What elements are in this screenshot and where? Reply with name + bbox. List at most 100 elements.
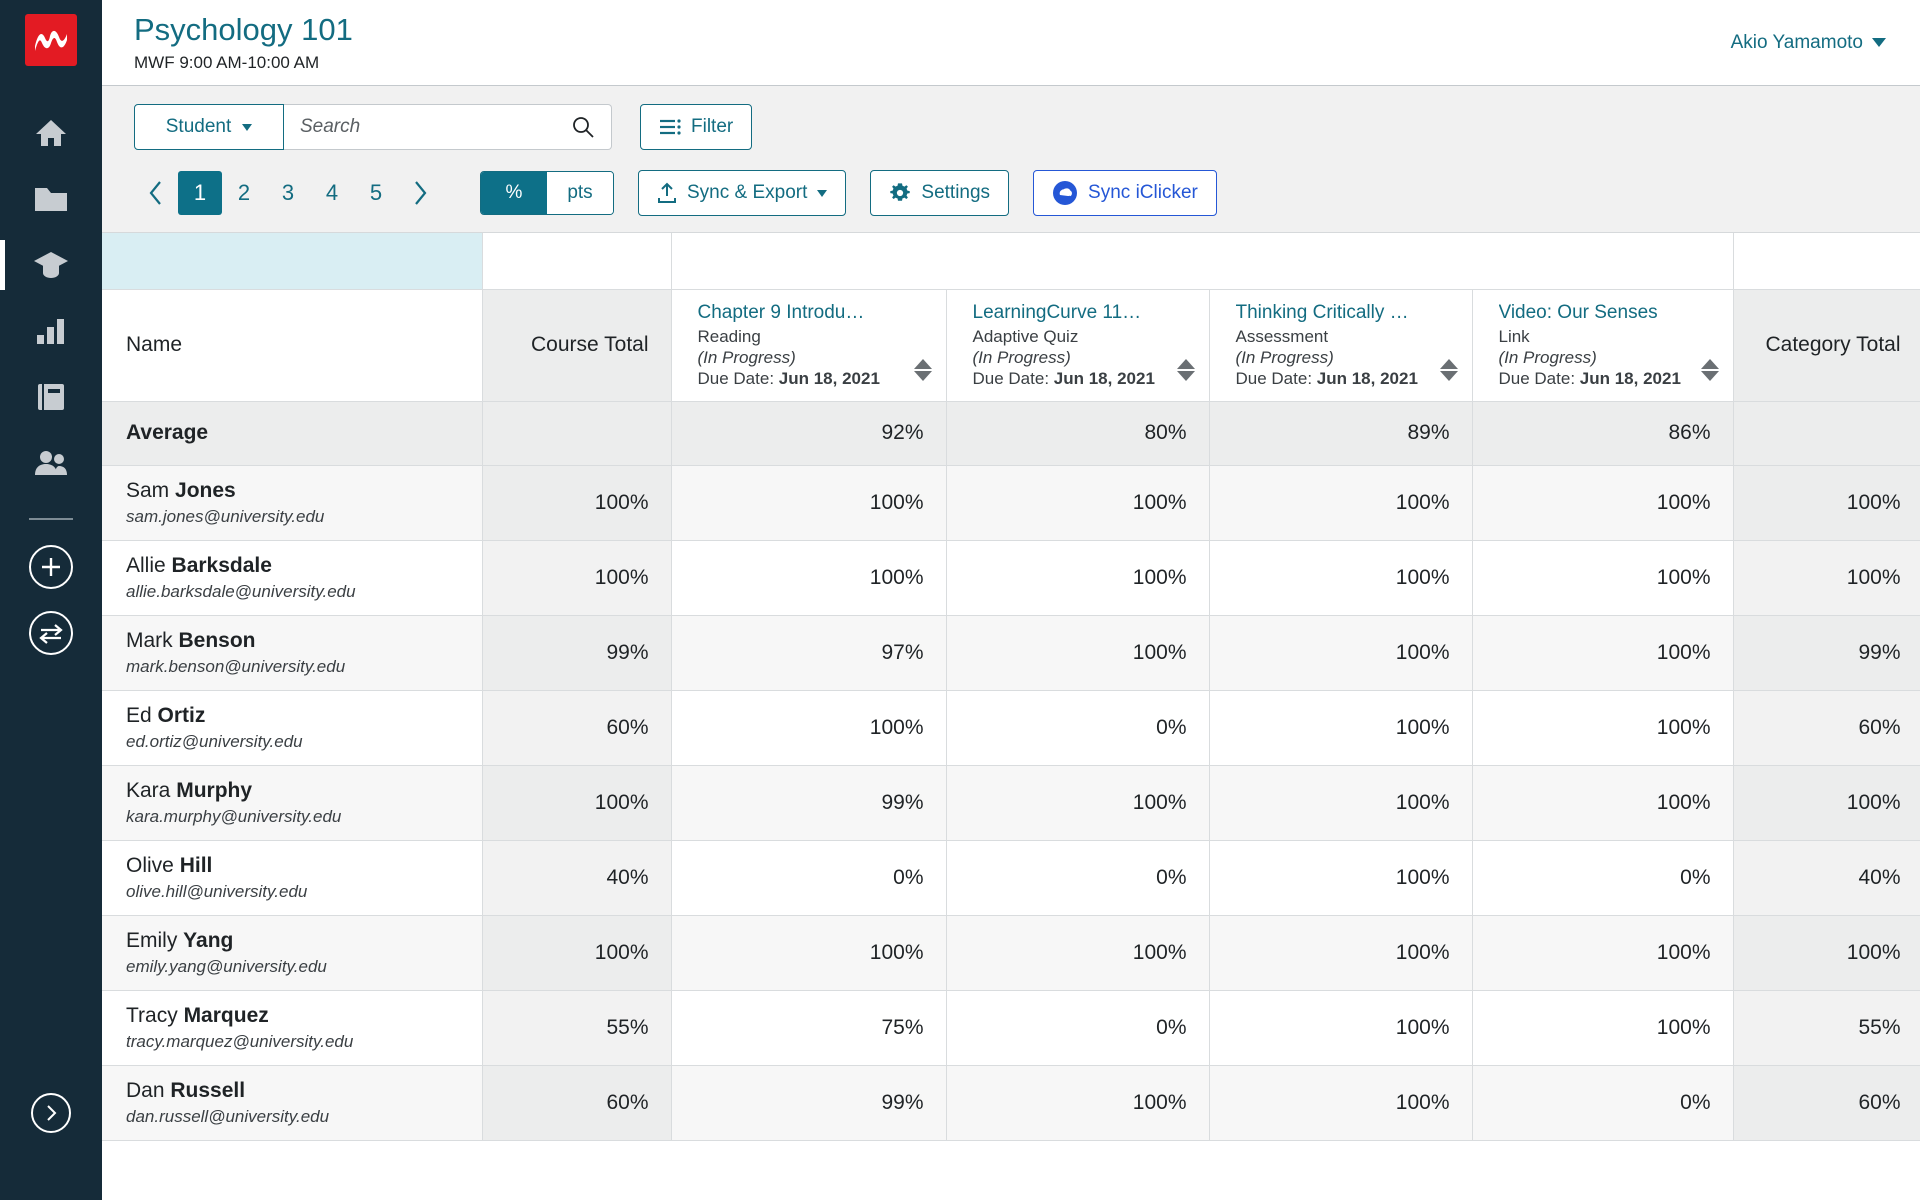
score-cell-2[interactable]: 100%: [946, 1065, 1210, 1141]
pagination-next[interactable]: [398, 171, 442, 215]
search-icon[interactable]: [571, 115, 595, 139]
sync-export-button[interactable]: Sync & Export: [638, 170, 847, 216]
score-cell-1[interactable]: 99%: [671, 765, 947, 841]
score-cell-4[interactable]: 100%: [1472, 990, 1734, 1066]
score-cell-3[interactable]: 100%: [1209, 540, 1473, 616]
sort-toggle[interactable]: [1439, 358, 1458, 381]
student-email: dan.russell@university.edu: [126, 1107, 330, 1127]
course-total-cell: 40%: [482, 840, 672, 916]
score-cell-1[interactable]: 97%: [671, 615, 947, 691]
table-row[interactable]: Kara Murphy kara.murphy@university.edu 100…: [102, 765, 1920, 841]
filter-button[interactable]: Filter: [640, 104, 753, 150]
sort-toggle[interactable]: [1176, 358, 1195, 381]
units-percent-option[interactable]: %: [481, 172, 547, 214]
chevron-right-icon: [47, 1105, 57, 1121]
score-cell-2[interactable]: 100%: [946, 915, 1210, 991]
swap-circle-icon[interactable]: [29, 611, 73, 655]
score-cell-3[interactable]: 100%: [1209, 915, 1473, 991]
table-row[interactable]: Olive Hill olive.hill@university.edu 40% 0%…: [102, 840, 1920, 916]
assignment-status: (In Progress): [1498, 347, 1597, 367]
score-cell-4[interactable]: 0%: [1472, 1065, 1734, 1141]
assignment-title[interactable]: Chapter 9 Introdu…: [698, 302, 932, 324]
expand-sidebar-button[interactable]: [31, 1093, 71, 1133]
table-row[interactable]: Dan Russell dan.russell@university.edu 60%…: [102, 1065, 1920, 1141]
score-cell-4[interactable]: 0%: [1472, 840, 1734, 916]
score-cell-4[interactable]: 100%: [1472, 615, 1734, 691]
units-points-option[interactable]: pts: [547, 172, 613, 214]
scope-select[interactable]: Student: [134, 104, 284, 150]
score-cell-3[interactable]: 100%: [1209, 465, 1473, 541]
home-icon: [36, 120, 66, 146]
sort-desc-icon: [913, 370, 932, 381]
table-header-row: Name Course Total Chapter 9 Introdu… Rea…: [102, 289, 1920, 402]
sidebar-item-resources[interactable]: [0, 166, 102, 232]
table-row[interactable]: Mark Benson mark.benson@university.edu 99%…: [102, 615, 1920, 691]
settings-button[interactable]: Settings: [870, 170, 1010, 216]
sort-toggle[interactable]: [1700, 358, 1719, 381]
table-row[interactable]: Tracy Marquez tracy.marquez@university.ed…: [102, 990, 1920, 1066]
table-row[interactable]: Sam Jones sam.jones@university.edu 100% 100…: [102, 465, 1920, 541]
assignment-title[interactable]: Video: Our Senses: [1499, 302, 1719, 324]
sidebar-item-reports[interactable]: [0, 298, 102, 364]
sync-iclicker-button[interactable]: Sync iClicker: [1033, 170, 1217, 216]
score-cell-4[interactable]: 100%: [1472, 465, 1734, 541]
pagination-prev[interactable]: [134, 171, 178, 215]
score-cell-2[interactable]: 0%: [946, 990, 1210, 1066]
pagination-page-1[interactable]: 1: [178, 171, 222, 215]
search-input[interactable]: [300, 116, 563, 138]
sidebar-item-gradebook[interactable]: [0, 232, 102, 298]
category-total-cell: 100%: [1733, 765, 1920, 841]
assignment-title[interactable]: LearningCurve 11…: [973, 302, 1195, 324]
header-course-total: Course Total: [482, 289, 672, 402]
table-row[interactable]: Allie Barksdale allie.barksdale@universit…: [102, 540, 1920, 616]
course-total-cell: 55%: [482, 990, 672, 1066]
score-cell-3[interactable]: 100%: [1209, 840, 1473, 916]
score-cell-2[interactable]: 100%: [946, 540, 1210, 616]
macmillan-logo[interactable]: [25, 14, 77, 66]
score-cell-1[interactable]: 100%: [671, 915, 947, 991]
chevron-left-icon: [149, 181, 161, 205]
score-cell-1[interactable]: 100%: [671, 540, 947, 616]
sidebar-item-home[interactable]: [0, 100, 102, 166]
score-cell-2[interactable]: 100%: [946, 465, 1210, 541]
score-cell-1[interactable]: 0%: [671, 840, 947, 916]
average-row: Average 92% 80% 89% 86%: [102, 401, 1920, 466]
table-row[interactable]: Ed Ortiz ed.ortiz@university.edu 60% 100% 0%…: [102, 690, 1920, 766]
user-menu[interactable]: Akio Yamamoto: [1731, 32, 1886, 54]
add-circle-icon[interactable]: [29, 545, 73, 589]
score-cell-3[interactable]: 100%: [1209, 690, 1473, 766]
student-name-cell: Tracy Marquez tracy.marquez@university.ed…: [102, 990, 483, 1066]
sort-desc-icon: [1700, 370, 1719, 381]
score-cell-3[interactable]: 100%: [1209, 990, 1473, 1066]
sidebar-item-roster[interactable]: [0, 430, 102, 496]
score-cell-4[interactable]: 100%: [1472, 540, 1734, 616]
score-cell-2[interactable]: 100%: [946, 765, 1210, 841]
pagination-page-5[interactable]: 5: [354, 171, 398, 215]
score-cell-2[interactable]: 0%: [946, 840, 1210, 916]
score-cell-1[interactable]: 100%: [671, 690, 947, 766]
score-cell-4[interactable]: 100%: [1472, 690, 1734, 766]
score-cell-1[interactable]: 99%: [671, 1065, 947, 1141]
score-cell-3[interactable]: 100%: [1209, 1065, 1473, 1141]
score-cell-4[interactable]: 100%: [1472, 765, 1734, 841]
score-cell-1[interactable]: 75%: [671, 990, 947, 1066]
score-cell-1[interactable]: 100%: [671, 465, 947, 541]
assignment-title[interactable]: Thinking Critically …: [1236, 302, 1458, 324]
assignment-type: Reading: [697, 326, 761, 346]
score-cell-2[interactable]: 0%: [946, 690, 1210, 766]
pagination-page-2[interactable]: 2: [222, 171, 266, 215]
sort-toggle[interactable]: [913, 358, 932, 381]
score-cell-4[interactable]: 100%: [1472, 915, 1734, 991]
score-cell-3[interactable]: 100%: [1209, 615, 1473, 691]
toolbar-row-search: Student Search Filter: [102, 104, 1920, 150]
pagination-page-3[interactable]: 3: [266, 171, 310, 215]
pagination-page-4[interactable]: 4: [310, 171, 354, 215]
student-name-cell: Kara Murphy kara.murphy@university.edu: [102, 765, 483, 841]
assignment-due: Due Date: Jun 18, 2021: [1236, 369, 1458, 389]
table-row[interactable]: Emily Yang emily.yang@university.edu 100% 1…: [102, 915, 1920, 991]
category-total-cell: 99%: [1733, 615, 1920, 691]
score-cell-2[interactable]: 100%: [946, 615, 1210, 691]
sidebar-item-ebook[interactable]: [0, 364, 102, 430]
category-total-cell: 55%: [1733, 990, 1920, 1066]
score-cell-3[interactable]: 100%: [1209, 765, 1473, 841]
